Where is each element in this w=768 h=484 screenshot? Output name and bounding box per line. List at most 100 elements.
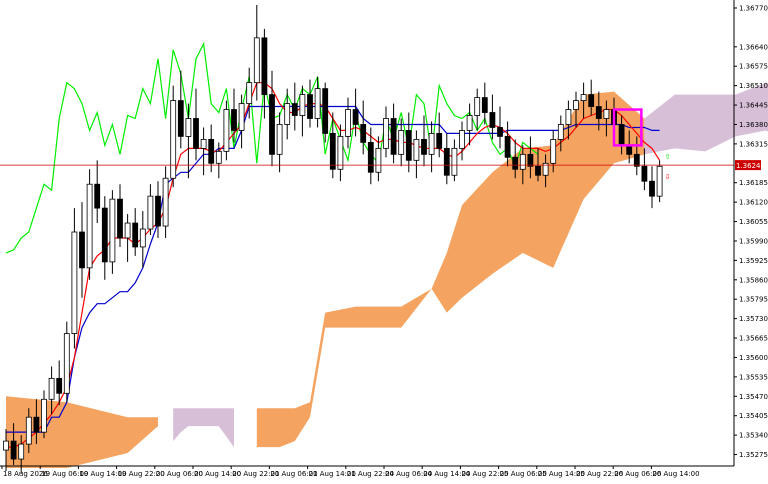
candle-body-bearish [588,94,595,107]
candle [170,85,177,188]
candle-body-bearish [405,130,412,161]
candle-body-bearish [177,100,184,137]
candle-body-bullish [314,88,321,119]
candle-body-bearish [504,136,511,158]
y-tick-label: 1.35340 [739,432,768,440]
candle-body-bearish [535,165,541,176]
candle-body-bullish [109,198,116,263]
candle [86,169,93,280]
candle-body-bearish [595,106,602,119]
candle-body-bullish [573,100,579,110]
candle-body-bullish [398,130,405,155]
candle-body-bullish [276,124,283,155]
y-tick-label: 1.35925 [739,257,768,265]
candle [109,190,116,274]
candle-body-bearish [489,112,496,128]
y-tick-label: 1.35795 [739,296,768,304]
candle-body-bearish [208,139,215,164]
candle-body-bullish [565,109,572,125]
y-tick-label: 1.35275 [739,451,768,459]
candle-body-bullish [41,398,47,433]
candle-body-bullish [200,139,207,149]
candle-body-bullish [466,115,473,131]
candle [223,100,230,161]
candle-body-bullish [185,118,192,137]
chart-canvas[interactable]: ⇧ ⇩ 1.36770 1.36640 1.36575 1.36510 1.36445 1.… [0,0,768,480]
candle-body-bullish [413,139,420,161]
y-tick-label: 1.35990 [739,237,768,245]
candle-body-bullish [139,228,146,248]
candle-body-bearish [33,416,40,433]
y-tick-label: 1.35860 [739,276,768,284]
y-tick-label: 1.35600 [739,354,768,362]
candle-body-bullish [25,416,32,445]
candle-body-bearish [155,195,161,227]
y-tick-label: 1.36575 [739,63,768,71]
candle-body-bearish [390,118,397,155]
y-tick-label: 1.36380 [739,121,768,129]
y-tick-label: 1.35730 [739,315,768,323]
candle-body-bullish [253,37,260,84]
candle-body-bullish [238,103,245,131]
candle-body-bullish [284,103,291,125]
y-tick-label: 1.35665 [739,335,768,343]
y-tick-label: 1.36640 [739,43,768,51]
candle-body-bearish [101,207,108,263]
candle-body-bullish [246,82,253,104]
candle-body-bullish [86,183,93,269]
candle-body-bullish [383,118,389,149]
candle-body-bearish [436,133,443,149]
candle-body-bearish [443,147,450,176]
candle-body-bearish [618,124,625,146]
candle-body-bullish [550,139,557,164]
current-price-label: 1.36244 [736,162,765,170]
candle-body-bearish [329,133,336,170]
candle-body-bearish [94,183,101,209]
candle-body-bearish [56,377,63,394]
candle-body-bullish [345,109,351,137]
candle-body-bearish [132,222,139,248]
candle-body-bullish [215,150,222,164]
candle-body-bearish [367,141,374,173]
y-tick-label: 1.36055 [739,218,768,226]
candle-body-bullish [337,136,344,170]
candle-body-bearish [626,144,633,155]
y-tick-label: 1.36315 [739,140,768,148]
y-tick-label: 1.35535 [739,373,768,381]
ichimoku-candlestick-chart[interactable]: ⇧ ⇩ 1.36770 1.36640 1.36575 1.36510 1.36445 1.… [0,0,768,480]
candle-body-bearish [360,124,367,143]
y-tick-label: 1.36120 [739,199,768,207]
candle-body-bullish [375,147,382,173]
candle-body-bullish [299,94,306,116]
candle-body-bearish [269,94,275,155]
y-tick-label: 1.35470 [739,393,768,401]
candle [63,321,70,403]
candle [322,82,329,143]
candle-body-bearish [193,118,199,149]
candle-body-bearish [633,153,640,167]
candle-body-bullish [63,333,70,394]
candle-body-bullish [474,97,481,116]
candle-body-bearish [10,440,17,460]
candle-body-bearish [481,97,488,113]
candle-body-bearish [641,165,648,182]
candle-body-bearish [261,37,268,95]
candle-body-bearish [527,153,534,167]
candle-body-bullish [162,177,169,227]
candle-body-bearish [497,127,503,137]
y-tick-label: 1.35405 [739,412,768,420]
candle-body-bearish [79,231,85,269]
candle-body-bearish [512,156,519,170]
candle-body-bullish [18,443,25,460]
candle-body-bearish [649,180,655,197]
candle-body-bullish [170,100,177,179]
sell-arrow-icon: ⇩ [665,173,671,181]
candle-body-bullish [223,109,230,152]
y-tick-label: 1.36185 [739,179,768,187]
candle-body-bullish [580,94,587,101]
candle-body-bearish [421,139,427,155]
candle-body-bullish [603,109,610,119]
candle-body-bullish [656,165,663,197]
y-tick-label: 1.36445 [739,102,768,110]
candle-body-bearish [117,198,123,239]
